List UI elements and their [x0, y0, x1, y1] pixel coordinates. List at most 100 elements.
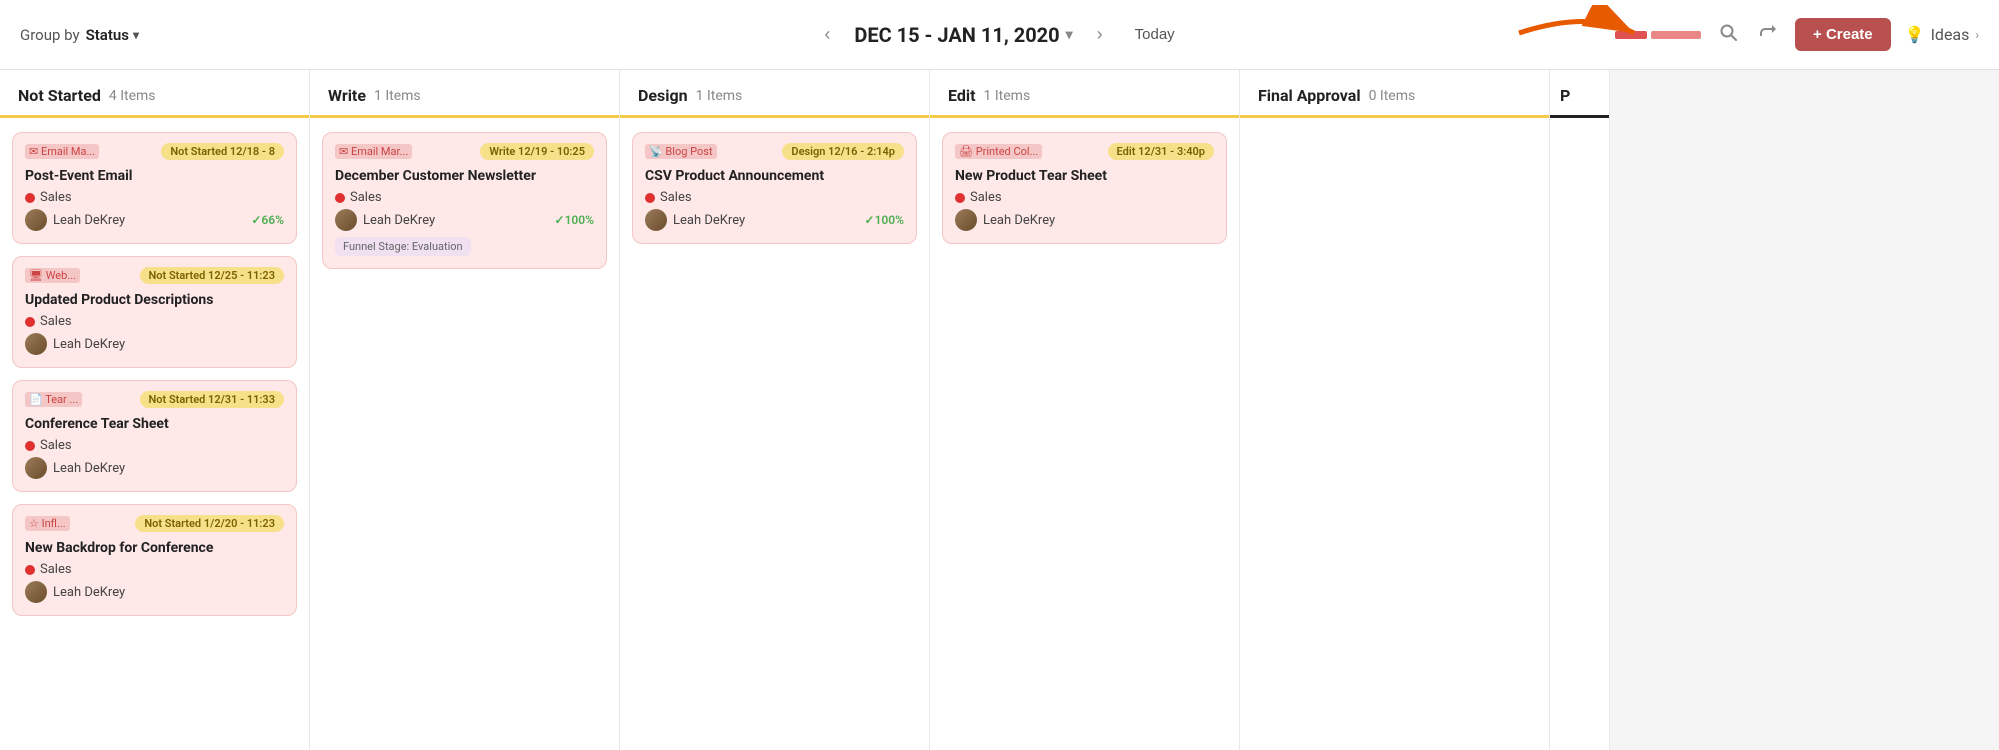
card-tag: Sales — [25, 562, 284, 577]
card-type-icon: 📄 Tear ... — [25, 392, 82, 407]
share-button[interactable] — [1755, 19, 1781, 50]
column-header-design: Design 1 Items — [620, 70, 929, 118]
card-top: 🖥 Web...Not Started 12/25 - 11:23 — [25, 267, 284, 284]
tag-dot-icon — [25, 565, 35, 575]
card-type-icon: ✉ Email Mar... — [335, 144, 412, 159]
group-by-dropdown[interactable]: Status ▾ — [86, 26, 139, 44]
card-not-started-0[interactable]: ✉ Email Ma...Not Started 12/18 - 8 Post-E… — [12, 132, 297, 244]
next-arrow-button[interactable]: › — [1089, 20, 1111, 49]
card-top: ✉ Email Mar... Write 12/19 - 10:25 — [335, 143, 594, 160]
card-not-started-2[interactable]: 📄 Tear ...Not Started 12/31 - 11:33Confe… — [12, 380, 297, 492]
card-title: Updated Product Descriptions — [25, 292, 284, 308]
tag-dot-icon — [25, 441, 35, 451]
ideas-chevron-icon: › — [1975, 28, 1979, 42]
card-assignee-name: Leah DeKrey — [983, 213, 1055, 228]
tag-dot-icon — [25, 317, 35, 327]
card-footer: Leah DeKrey — [955, 209, 1214, 231]
card-status-badge: Design 12/16 - 2:14p — [782, 143, 904, 160]
card-title: Post-Event Email — [25, 168, 284, 184]
column-body-not-started: ✉ Email Ma...Not Started 12/18 - 8 Post-E… — [0, 118, 309, 750]
card-top: ☆ Infl...Not Started 1/2/20 - 11:23 — [25, 515, 284, 532]
card-tag-label: Sales — [40, 314, 72, 329]
column-edit: Edit1 Items🖨 Printed Col...Edit 12/31 - … — [930, 70, 1240, 750]
card-progress: ✓100% — [865, 213, 904, 227]
card-title: Conference Tear Sheet — [25, 416, 284, 432]
tag-dot-icon — [25, 193, 35, 203]
card-not-started-1[interactable]: 🖥 Web...Not Started 12/25 - 11:23 Updated… — [12, 256, 297, 368]
column-body-write: ✉ Email Mar... Write 12/19 - 10:25 Decembe… — [310, 118, 619, 750]
create-button[interactable]: + Create — [1795, 18, 1891, 51]
view-bar-active — [1615, 31, 1647, 39]
avatar — [335, 209, 357, 231]
search-button[interactable] — [1715, 19, 1741, 50]
column-body-edit: 🖨 Printed Col...Edit 12/31 - 3:40pNew Pr… — [930, 118, 1239, 750]
avatar — [25, 333, 47, 355]
card-title: New Product Tear Sheet — [955, 168, 1214, 184]
column-not-started: Not Started4 Items✉ Email Ma...Not Start… — [0, 70, 310, 750]
column-title-design: Design — [638, 86, 688, 105]
column-header-write: Write 1 Items — [310, 70, 619, 118]
card-footer: Leah DeKrey — [25, 581, 284, 603]
date-navigation: ‹ DEC 15 - JAN 11, 2020 ▾ › Today — [816, 20, 1182, 49]
card-assignee-name: Leah DeKrey — [363, 213, 435, 228]
card-edit-0[interactable]: 🖨 Printed Col...Edit 12/31 - 3:40pNew Pr… — [942, 132, 1227, 244]
column-final-approval: Final Approval0 Items — [1240, 70, 1550, 750]
card-footer: Leah DeKrey ✓100% — [335, 209, 594, 231]
card-status-badge: Write 12/19 - 10:25 — [480, 143, 594, 160]
card-assignee-name: Leah DeKrey — [673, 213, 745, 228]
card-title: CSV Product Announcement — [645, 168, 904, 184]
card-assignee-name: Leah DeKrey — [53, 213, 125, 228]
kanban-board: Not Started4 Items✉ Email Ma...Not Start… — [0, 70, 1999, 750]
date-range-caret-icon: ▾ — [1066, 27, 1073, 43]
view-toggle — [1615, 31, 1701, 39]
column-header-final-approval: Final Approval0 Items — [1240, 70, 1549, 118]
card-tag-label: Sales — [660, 190, 692, 205]
column-count-write: 1 Items — [374, 88, 421, 104]
column-title-partial: P — [1560, 86, 1570, 105]
group-by-label: Group by — [20, 26, 80, 44]
ideas-label: Ideas — [1931, 25, 1970, 44]
avatar — [25, 209, 47, 231]
avatar — [25, 581, 47, 603]
column-write: Write 1 Items ✉ Email Mar... Write 12/19 - … — [310, 70, 620, 750]
card-tag: Sales — [25, 438, 284, 453]
card-not-started-3[interactable]: ☆ Infl...Not Started 1/2/20 - 11:23 New B… — [12, 504, 297, 616]
card-write-0[interactable]: ✉ Email Mar... Write 12/19 - 10:25 Decembe… — [322, 132, 607, 269]
column-count-not-started: 4 Items — [109, 88, 156, 104]
card-type-icon: 🖨 Printed Col... — [955, 144, 1042, 159]
prev-arrow-button[interactable]: ‹ — [816, 20, 838, 49]
card-assignee-name: Leah DeKrey — [53, 585, 125, 600]
card-design-0[interactable]: 📡 Blog PostDesign 12/16 - 2:14p CSV Produ… — [632, 132, 917, 244]
card-status-badge: Not Started 12/18 - 8 — [161, 143, 284, 160]
ideas-section[interactable]: 💡 Ideas › — [1905, 25, 1979, 44]
date-range-selector[interactable]: DEC 15 - JAN 11, 2020 ▾ — [854, 23, 1072, 47]
card-assignee-name: Leah DeKrey — [53, 461, 125, 476]
card-status-badge: Not Started 12/25 - 11:23 — [140, 267, 284, 284]
avatar — [645, 209, 667, 231]
card-top: 📡 Blog PostDesign 12/16 - 2:14p — [645, 143, 904, 160]
chevron-down-icon: ▾ — [133, 28, 139, 42]
avatar — [955, 209, 977, 231]
card-progress: ✓66% — [251, 213, 284, 227]
card-footer: Leah DeKrey ✓66% — [25, 209, 284, 231]
column-title-write: Write — [328, 86, 366, 105]
column-title-edit: Edit — [948, 86, 976, 105]
column-body-design: 📡 Blog PostDesign 12/16 - 2:14p CSV Produ… — [620, 118, 929, 750]
card-assignee: Leah DeKrey — [335, 209, 435, 231]
card-assignee: Leah DeKrey — [25, 209, 125, 231]
card-progress: ✓100% — [555, 213, 594, 227]
card-tag: Sales — [25, 190, 284, 205]
card-assignee-name: Leah DeKrey — [53, 337, 125, 352]
tag-dot-icon — [645, 193, 655, 203]
card-title: New Backdrop for Conference — [25, 540, 284, 556]
card-assignee: Leah DeKrey — [25, 581, 125, 603]
group-by-section: Group by Status ▾ — [20, 26, 180, 44]
card-assignee: Leah DeKrey — [25, 333, 125, 355]
card-title: December Customer Newsletter — [335, 168, 594, 184]
today-button[interactable]: Today — [1127, 22, 1183, 47]
card-top: ✉ Email Ma...Not Started 12/18 - 8 — [25, 143, 284, 160]
tag-dot-icon — [955, 193, 965, 203]
card-type-icon: ☆ Infl... — [25, 516, 70, 531]
column-count-design: 1 Items — [696, 88, 743, 104]
header: Group by Status ▾ ‹ DEC 15 - JAN 11, 202… — [0, 0, 1999, 70]
